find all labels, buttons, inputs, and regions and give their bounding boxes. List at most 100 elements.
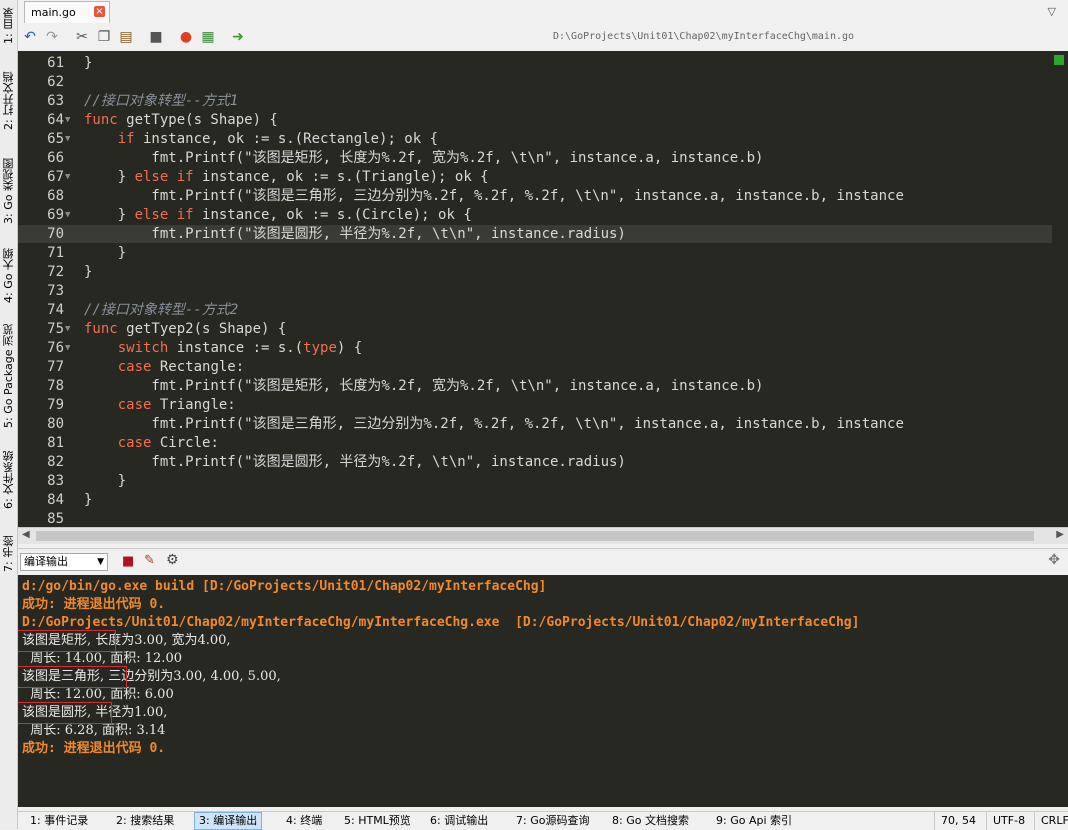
code-line[interactable]: 61} <box>18 54 1052 72</box>
gear-icon[interactable]: ⚙ <box>166 552 179 568</box>
code-editor[interactable]: 61} 62 63//接口对象转型--方式1 64 ▼ func getType(s Sh… <box>18 51 1068 527</box>
fold-icon[interactable]: ▼ <box>65 111 73 129</box>
code-line[interactable]: 70 fmt.Printf("该图是圆形, 半径为%.2f, \t\n", in… <box>18 225 1052 243</box>
code-line[interactable]: 68 fmt.Printf("该图是三角形, 三边分别为%.2f, %.2f, … <box>18 187 1052 205</box>
line-number: 66 <box>47 150 64 166</box>
run-icon[interactable]: ➜ <box>230 29 246 45</box>
redo-icon[interactable]: ↷ <box>44 29 60 45</box>
bottom-tab-9[interactable]: 9: Go Api 索引 <box>712 812 796 830</box>
close-icon[interactable]: × <box>94 6 105 17</box>
fold-icon[interactable]: ▼ <box>65 339 73 357</box>
bottom-tab-8[interactable]: 8: Go 文档搜索 <box>608 812 693 830</box>
code-line[interactable]: 79 case Triangle: <box>18 396 1052 414</box>
code-text: } else if instance, ok := s.(Circle); ok… <box>84 207 472 223</box>
output-console[interactable]: d:/go/bin/go.exe build [D:/GoProjects/Un… <box>18 575 1068 807</box>
line-number: 69 <box>47 207 64 223</box>
code-line[interactable]: 65 ▼ if instance, ok := s.(Rectangle); ok… <box>18 130 1052 148</box>
undo-icon[interactable]: ↶ <box>22 29 38 45</box>
code-text: fmt.Printf("该图是三角形, 三边分别为%.2f, %.2f, %.2… <box>84 416 904 432</box>
sidebar-tab-5[interactable]: 5: Go Package 浏览 <box>0 320 17 432</box>
tab-main-go[interactable]: main.go × <box>24 1 110 23</box>
status-marker <box>1054 55 1064 65</box>
line-number: 65 <box>47 131 64 147</box>
chevron-down-icon[interactable]: ▽ <box>1048 5 1056 18</box>
code-line[interactable]: 74 //接口对象转型--方式2 <box>18 301 1052 319</box>
line-ending: CRLF <box>1034 812 1068 830</box>
code-text: } <box>84 473 127 489</box>
code-line[interactable]: 64 ▼ func getType(s Shape) { <box>18 111 1052 129</box>
clear-icon[interactable]: ✎ <box>144 553 155 568</box>
bottom-tab-4[interactable]: 4: 终端 <box>282 812 326 830</box>
left-sidebar: 1: 目录 2: 打开文档 3: Go 类视图 4: Go 大纲 5: Go Packa… <box>0 0 18 829</box>
toolbar: ↶ ↷ ✂ ❐ ▤ ■ ● ▦ ➜ D:\GoProjects\Unit01\C… <box>18 24 1068 52</box>
code-line[interactable]: 81 case Circle: <box>18 434 1052 452</box>
scrollbar-thumb[interactable] <box>36 531 1034 541</box>
sidebar-tab-3[interactable]: 3: Go 类视图 <box>0 150 17 232</box>
code-line[interactable]: 78 fmt.Printf("该图是矩形, 长度为%.2f, 宽为%.2f, \… <box>18 377 1052 395</box>
bottom-tab-2[interactable]: 2: 搜索结果 <box>112 812 178 830</box>
code-line[interactable]: 75 ▼ func getTyep2(s Shape) { <box>18 320 1052 338</box>
line-number: 82 <box>47 454 64 470</box>
sidebar-tab-7[interactable]: 7: 书签 <box>0 528 17 580</box>
line-number: 79 <box>47 397 64 413</box>
code-text: } <box>84 55 93 71</box>
output-toolbar: 编译输出 ▼ ■ ✎ ⚙ ✥ <box>18 548 1068 575</box>
code-line[interactable]: 69 ▼ } else if instance, ok := s.(Circle)… <box>18 206 1052 224</box>
output-line: 成功: 进程退出代码 0. <box>22 597 166 612</box>
code-line[interactable]: 66 fmt.Printf("该图是矩形, 长度为%.2f, 宽为%.2f, \… <box>18 149 1052 167</box>
output-line: 成功: 进程退出代码 0. <box>22 741 166 756</box>
fold-icon[interactable]: ▼ <box>65 206 73 224</box>
code-line[interactable]: 85 <box>18 510 1052 527</box>
line-number: 71 <box>47 245 64 261</box>
code-line[interactable]: 62 <box>18 73 1052 91</box>
bottom-tab-3[interactable]: 3: 编译输出 <box>194 812 263 830</box>
code-line[interactable]: 84} <box>18 491 1052 509</box>
code-text: fmt.Printf("该图是圆形, 半径为%.2f, \t\n", insta… <box>84 226 626 242</box>
scroll-right-icon[interactable]: ▶ <box>1056 529 1064 540</box>
stop-icon[interactable]: ■ <box>122 554 134 569</box>
bottom-tab-6[interactable]: 6: 调试输出 <box>426 812 492 830</box>
sidebar-tab-4[interactable]: 4: Go 大纲 <box>0 245 17 307</box>
fold-icon[interactable]: ▼ <box>65 130 73 148</box>
code-line[interactable]: 80 fmt.Printf("该图是三角形, 三边分别为%.2f, %.2f, … <box>18 415 1052 433</box>
copy-icon[interactable]: ❐ <box>96 29 112 45</box>
code-text: //接口对象转型--方式1 <box>84 93 239 109</box>
bottom-tab-1[interactable]: 1: 事件记录 <box>26 812 92 830</box>
line-number: 67 <box>47 169 64 185</box>
sidebar-tab-2[interactable]: 2: 打开文档 <box>0 65 17 137</box>
code-line[interactable]: 82 fmt.Printf("该图是圆形, 半径为%.2f, \t\n", in… <box>18 453 1052 471</box>
fold-icon[interactable]: ▼ <box>65 320 73 338</box>
cut-icon[interactable]: ✂ <box>74 29 90 45</box>
output-selector-label: 编译输出 <box>24 555 68 568</box>
line-number: 75 <box>47 321 64 337</box>
code-line[interactable]: 73 <box>18 282 1052 300</box>
code-text: case Circle: <box>117 435 219 451</box>
export-icon[interactable]: ▦ <box>200 29 216 45</box>
code-line[interactable]: 63 //接口对象转型--方式1 <box>18 92 1052 110</box>
code-text: func getTyep2(s Shape) { <box>84 321 287 337</box>
bottom-tab-7[interactable]: 7: Go源码查询 <box>512 812 593 830</box>
code-line[interactable]: 76 ▼ switch instance := s.(type) { <box>18 339 1052 357</box>
code-text: } <box>84 264 93 280</box>
move-icon[interactable]: ✥ <box>1048 552 1060 568</box>
paste-icon[interactable]: ▤ <box>118 29 134 45</box>
fold-icon[interactable]: ▼ <box>65 168 73 186</box>
code-line[interactable]: 83 } <box>18 472 1052 490</box>
scroll-left-icon[interactable]: ◀ <box>22 529 30 540</box>
code-text: fmt.Printf("该图是三角形, 三边分别为%.2f, %.2f, %.2… <box>84 188 904 204</box>
code-text: fmt.Printf("该图是矩形, 长度为%.2f, 宽为%.2f, \t\n… <box>84 150 764 166</box>
highlight-box-circle <box>18 702 112 724</box>
output-selector[interactable]: 编译输出 ▼ <box>20 553 108 571</box>
bottom-tab-5[interactable]: 5: HTML预览 <box>340 812 415 830</box>
code-line[interactable]: 77 case Rectangle: <box>18 358 1052 376</box>
code-line[interactable]: 72} <box>18 263 1052 281</box>
code-line[interactable]: 71 } <box>18 244 1052 262</box>
lock-icon[interactable]: ■ <box>148 29 164 45</box>
code-line[interactable]: 67 ▼ } else if instance, ok := s.(Triangl… <box>18 168 1052 186</box>
code-text: if instance, ok := s.(Rectangle); ok { <box>117 131 439 147</box>
horizontal-scrollbar[interactable]: ◀ ▶ <box>18 527 1068 544</box>
record-icon[interactable]: ● <box>178 29 194 45</box>
sidebar-tab-6[interactable]: 6: 文件系统 <box>0 442 17 518</box>
output-line: d:/go/bin/go.exe build [D:/GoProjects/Un… <box>22 579 547 594</box>
sidebar-tab-1[interactable]: 1: 目录 <box>0 0 17 52</box>
